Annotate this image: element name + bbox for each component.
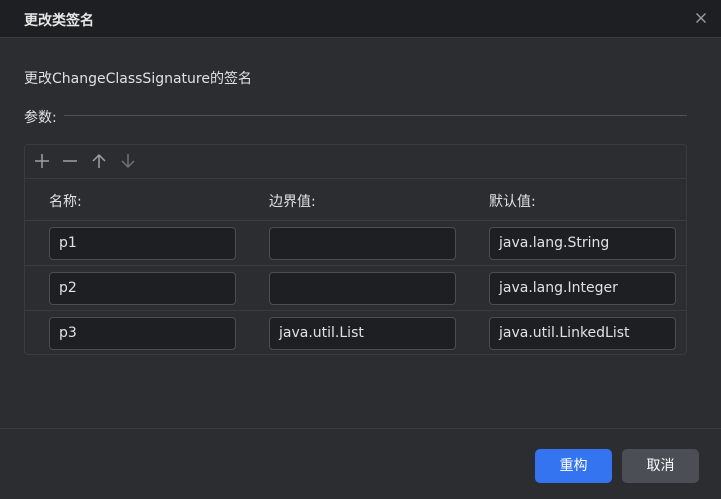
param-bound-input[interactable] [269,272,456,305]
params-table: 名称: 边界值: 默认值: p1 java.lang.String p2 jav… [24,144,687,355]
params-section-header: 参数: [24,107,687,126]
title-bar: 更改类签名 [0,0,721,38]
change-class-signature-dialog: 更改类签名 更改ChangeClassSignature的签名 参数: 名称: [0,0,721,499]
separator [64,115,687,116]
dialog-description: 更改ChangeClassSignature的签名 [24,71,252,87]
column-header-name: 名称: [49,194,82,210]
params-label: 参数: [24,110,57,126]
params-toolbar [25,145,686,179]
param-name-input[interactable]: p1 [49,227,236,260]
cancel-button[interactable]: 取消 [622,449,699,483]
param-bound-input[interactable]: java.util.List [269,317,456,350]
param-default-input[interactable]: java.lang.String [489,227,676,260]
dialog-footer: 重构 取消 [0,428,721,499]
move-down-icon[interactable] [119,152,137,170]
remove-icon[interactable] [61,152,79,170]
column-header-default: 默认值: [489,194,536,210]
param-default-input[interactable]: java.lang.Integer [489,272,676,305]
table-row: p1 java.lang.String [25,221,686,266]
param-name-input[interactable]: p2 [49,272,236,305]
move-up-icon[interactable] [90,152,108,170]
table-row: p2 java.lang.Integer [25,266,686,311]
table-header: 名称: 边界值: 默认值: [25,179,686,221]
table-row: p3 java.util.List java.util.LinkedList [25,311,686,356]
column-header-bound: 边界值: [269,194,316,210]
dialog-title: 更改类签名 [24,13,94,29]
add-icon[interactable] [33,152,51,170]
refactor-button[interactable]: 重构 [535,449,612,483]
param-default-input[interactable]: java.util.LinkedList [489,317,676,350]
param-name-input[interactable]: p3 [49,317,236,350]
close-icon[interactable] [693,10,709,26]
param-bound-input[interactable] [269,227,456,260]
